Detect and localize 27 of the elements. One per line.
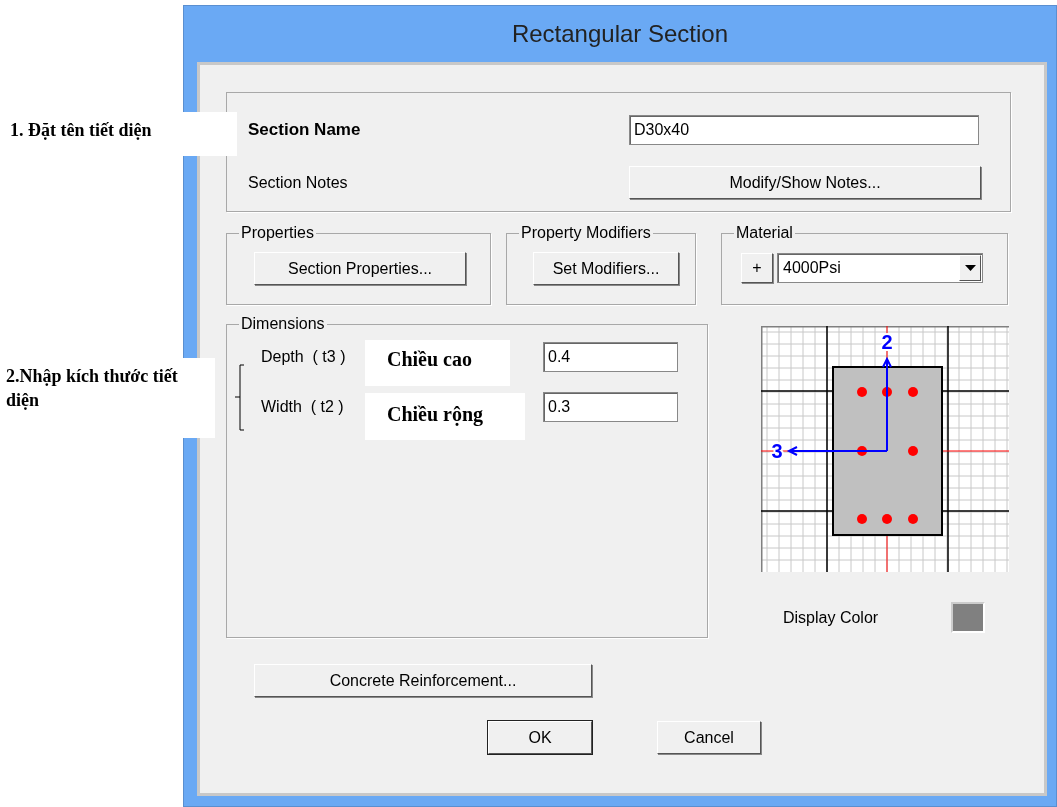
dialog-button[interactable]: Cancel	[657, 721, 761, 754]
concrete-reinforcement-button[interactable]: Concrete Reinforcement...	[254, 664, 592, 697]
group-title: Material	[735, 225, 794, 241]
set-modifiers-button[interactable]: Set Modifiers...	[533, 252, 679, 285]
field-annotation: Chiều rộng	[387, 403, 484, 425]
dimension-label: Width ( t2 )	[261, 397, 344, 417]
dialog-button[interactable]: OK	[488, 721, 592, 754]
color-swatch[interactable]	[951, 602, 985, 633]
add-material-button[interactable]: +	[741, 253, 773, 283]
section-notes-label: Section Notes	[248, 172, 349, 193]
step-annotation: 1. Đặt tên tiết diện	[10, 119, 153, 142]
dimension-field[interactable]: 0.3	[543, 392, 678, 422]
dimension-label: Depth ( t3 )	[261, 347, 346, 367]
section-name-field[interactable]: D30x40	[629, 115, 979, 145]
step-annotation: 2.Nhập kích thước tiết diện	[6, 365, 179, 413]
group-title: Property Modifiers	[520, 225, 652, 241]
display-color-label: Display Color	[783, 607, 880, 628]
section-properties-button[interactable]: Section Properties...	[254, 252, 466, 285]
material-dropdown[interactable]: 4000Psi	[777, 253, 983, 283]
group-title: Properties	[240, 225, 315, 241]
field-annotation: Chiều cao	[387, 348, 472, 370]
window-title: Rectangular Section	[511, 19, 729, 49]
section-name-label: Section Name	[248, 119, 362, 142]
modify-notes-button[interactable]: Modify/Show Notes...	[629, 166, 981, 199]
group-title: Dimensions	[240, 316, 326, 332]
bracket-icon	[234, 364, 246, 432]
dimension-field[interactable]: 0.4	[543, 342, 678, 372]
